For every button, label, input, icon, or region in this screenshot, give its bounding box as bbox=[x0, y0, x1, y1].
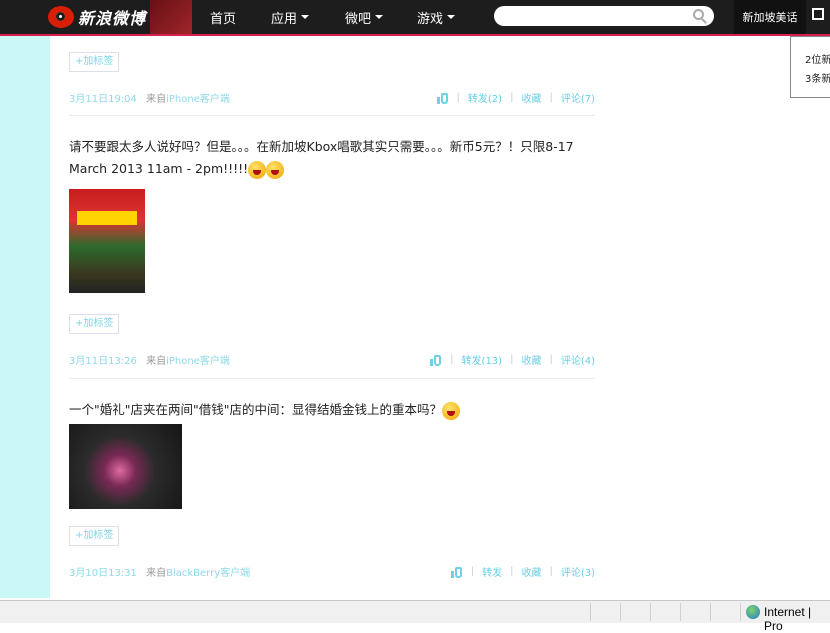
post-meta: 3月10日13:31 来自BlackBerry客户端 | 转发 | 收藏 | 评论(… bbox=[69, 564, 595, 579]
post-actions: | 转发 | 收藏 | 评论(3) bbox=[450, 564, 595, 579]
compose-icon[interactable] bbox=[812, 8, 824, 20]
search-icon[interactable] bbox=[693, 9, 704, 20]
user-name-button[interactable]: 新加坡美话 bbox=[734, 0, 806, 34]
nav-weiba[interactable]: 微吧 bbox=[345, 0, 384, 34]
user-name: 新加坡美话 bbox=[742, 11, 798, 24]
comment-link[interactable]: 评论(3) bbox=[561, 564, 595, 579]
add-tag-button[interactable]: +加标签 bbox=[69, 52, 120, 72]
post-text-content: 请不要跟太多人说好吗？但是。。。在新加坡Kbox唱歌其实只需要。。。新币5元？！… bbox=[69, 139, 574, 176]
emoji-icon bbox=[442, 401, 460, 420]
source-prefix: 来自 bbox=[146, 356, 167, 367]
post-meta: 3月11日19:04 来自iPhone客户端 | 转发(2) | 收藏 | 评论(7… bbox=[69, 90, 595, 105]
status-cell bbox=[740, 603, 741, 621]
post-image[interactable] bbox=[69, 424, 182, 509]
nav-weiba-label: 微吧 bbox=[345, 11, 372, 27]
nav-games[interactable]: 游戏 bbox=[417, 0, 456, 34]
favorite-link[interactable]: 收藏 bbox=[521, 352, 541, 367]
source-prefix: 来自 bbox=[146, 568, 167, 579]
logo-text: 新浪微博 bbox=[78, 9, 147, 28]
top-navigation-bar: 新浪微博 首页 应用 微吧 游戏 新加坡美话 bbox=[0, 0, 830, 36]
status-cell bbox=[650, 603, 651, 621]
chevron-down-icon bbox=[447, 15, 456, 19]
security-zone[interactable]: Internet | Pro bbox=[764, 605, 830, 633]
chevron-down-icon bbox=[375, 15, 384, 19]
notification-line[interactable]: 3条新 bbox=[791, 70, 830, 85]
post-time[interactable]: 3月10日13:31 bbox=[69, 568, 137, 579]
post-image[interactable] bbox=[69, 189, 145, 293]
image-banner bbox=[77, 211, 137, 225]
post-divider bbox=[69, 378, 595, 379]
like-icon[interactable] bbox=[430, 354, 442, 366]
nav-home[interactable]: 首页 bbox=[210, 0, 236, 34]
repost-link[interactable]: 转发(2) bbox=[468, 90, 502, 105]
favorite-link[interactable]: 收藏 bbox=[521, 90, 541, 105]
notification-line[interactable]: 2位新 bbox=[791, 51, 830, 66]
like-icon[interactable] bbox=[450, 566, 463, 578]
chevron-down-icon bbox=[301, 15, 310, 19]
post-text-content: 一个"婚礼"店夹在两间"借钱"店的中间：显得结婚金钱上的重本吗？ bbox=[69, 402, 442, 417]
status-cell bbox=[620, 603, 621, 621]
comment-link[interactable]: 评论(7) bbox=[561, 90, 595, 105]
logo-decoration bbox=[150, 0, 192, 34]
post-actions: | 转发(2) | 收藏 | 评论(7) bbox=[436, 90, 595, 105]
like-icon[interactable] bbox=[436, 92, 449, 104]
nav-apps-label: 应用 bbox=[271, 11, 298, 27]
post-source[interactable]: iPhone客户端 bbox=[166, 356, 230, 367]
weibo-logo[interactable]: 新浪微博 bbox=[48, 4, 146, 30]
post-source[interactable]: BlackBerry客户端 bbox=[166, 568, 250, 579]
repost-link[interactable]: 转发 bbox=[482, 564, 502, 579]
post-text: 一个"婚礼"店夹在两间"借钱"店的中间：显得结婚金钱上的重本吗？ bbox=[69, 399, 595, 421]
post-time[interactable]: 3月11日13:26 bbox=[69, 356, 137, 367]
post-text: 请不要跟太多人说好吗？但是。。。在新加坡Kbox唱歌其实只需要。。。新币5元？！… bbox=[69, 136, 595, 180]
add-tag-button[interactable]: +加标签 bbox=[69, 314, 120, 334]
post-meta: 3月11日13:26 来自iPhone客户端 | 转发(13) | 收藏 | 评论(… bbox=[69, 352, 595, 367]
add-tag-button[interactable]: +加标签 bbox=[69, 526, 120, 546]
weibo-eye-icon bbox=[48, 6, 74, 28]
browser-status-bar: Internet | Pro bbox=[0, 600, 830, 633]
post-time[interactable]: 3月11日19:04 bbox=[69, 94, 137, 105]
source-prefix: 来自 bbox=[146, 94, 167, 105]
post-divider bbox=[69, 115, 595, 116]
status-cell bbox=[590, 603, 591, 621]
notification-popup[interactable]: 2位新 3条新 bbox=[790, 36, 830, 98]
left-sidebar-strip bbox=[0, 36, 50, 598]
favorite-link[interactable]: 收藏 bbox=[521, 564, 541, 579]
post-source[interactable]: iPhone客户端 bbox=[166, 94, 230, 105]
emoji-icon bbox=[248, 160, 267, 179]
nav-games-label: 游戏 bbox=[417, 11, 444, 27]
status-cell bbox=[710, 603, 711, 621]
status-cell bbox=[680, 603, 681, 621]
repost-link[interactable]: 转发(13) bbox=[462, 352, 503, 367]
nav-home-label: 首页 bbox=[210, 11, 237, 27]
globe-icon bbox=[746, 605, 760, 619]
comment-link[interactable]: 评论(4) bbox=[561, 352, 595, 367]
emoji-icon bbox=[266, 160, 285, 179]
post-actions: | 转发(13) | 收藏 | 评论(4) bbox=[430, 352, 595, 367]
search-input[interactable] bbox=[494, 6, 714, 26]
nav-apps[interactable]: 应用 bbox=[271, 0, 310, 34]
